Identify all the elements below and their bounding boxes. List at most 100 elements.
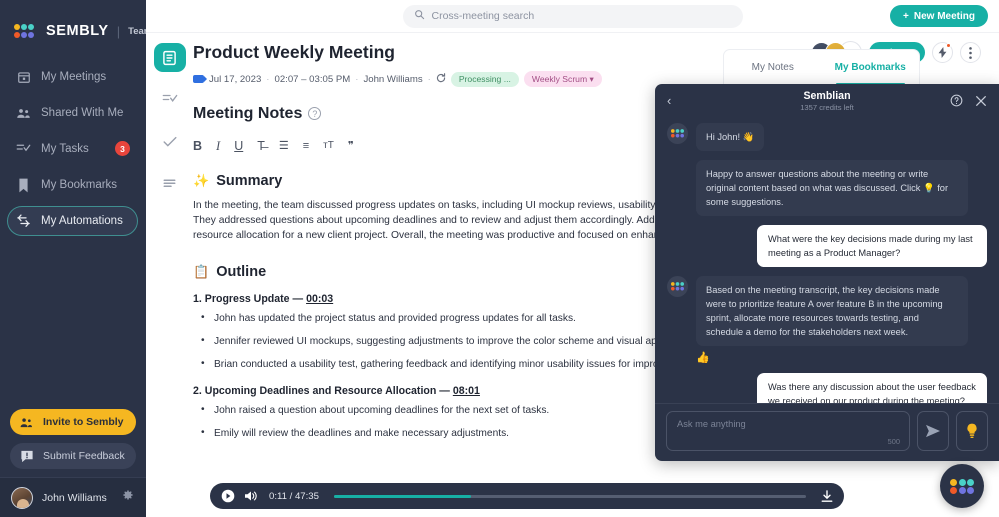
chat-header-actions	[950, 94, 987, 107]
user-profile-row[interactable]: John Williams	[0, 477, 146, 517]
sembly-logo-icon	[14, 24, 40, 38]
notification-dot	[946, 43, 951, 48]
section-name: Progress Update	[204, 292, 290, 305]
page-title: Product Weekly Meeting	[193, 42, 395, 62]
message-text: Hi John! 👋	[696, 123, 765, 151]
help-circle-icon[interactable]	[950, 94, 963, 107]
main-area: Cross-meeting search + New Meeting Produ…	[146, 0, 999, 517]
top-bar: Cross-meeting search + New Meeting	[146, 0, 999, 33]
tab-my-notes[interactable]: My Notes	[724, 50, 822, 85]
sidebar-nav: My Meetings Shared With Me My Tasks 3 My…	[0, 60, 146, 238]
numbered-list-button[interactable]: ≡	[303, 140, 309, 152]
gear-icon[interactable]	[121, 488, 135, 507]
meeting-owner: John Williams	[363, 73, 423, 85]
notes-bookmarks-tabs: My Notes My Bookmarks	[723, 49, 920, 85]
semblian-chat-panel: ‹ Semblian 1357 credits left Hi John! 👋 …	[655, 84, 999, 461]
sidebar-item-label: Shared With Me	[41, 107, 124, 119]
sidebar-item-shared-with-me[interactable]: Shared With Me	[8, 98, 138, 128]
rail-notes-button[interactable]	[153, 43, 186, 72]
play-button[interactable]	[221, 489, 235, 503]
suggestions-lightbulb-button[interactable]	[956, 411, 988, 451]
meeting-date: Jul 17, 2023	[209, 73, 262, 85]
help-icon[interactable]: ?	[308, 107, 322, 120]
tag-badge[interactable]: Weekly Scrum ▾	[523, 71, 602, 87]
submit-feedback-button[interactable]: Submit Feedback	[10, 443, 136, 469]
message-text: What were the key decisions made during …	[757, 225, 987, 267]
search-placeholder: Cross-meeting search	[431, 10, 535, 22]
section-timestamp[interactable]: 00:03	[306, 293, 333, 305]
quote-button[interactable]: ❞	[348, 140, 354, 152]
back-icon[interactable]: ‹	[667, 93, 671, 108]
view-rail	[146, 33, 193, 517]
chat-title: Semblian	[803, 89, 851, 102]
char-limit-counter: 500	[887, 437, 900, 446]
brand-name: SEMBLY	[46, 23, 109, 39]
new-meeting-button[interactable]: + New Meeting	[890, 5, 988, 27]
media-player: 0:11 / 47:35	[210, 483, 844, 509]
sidebar-item-label: My Automations	[41, 215, 123, 227]
tab-my-bookmarks[interactable]: My Bookmarks	[822, 50, 920, 85]
plus-icon: +	[903, 10, 909, 22]
section-dash: —	[292, 292, 304, 305]
underline-button[interactable]: U	[234, 140, 243, 153]
chat-title-block: Semblian 1357 credits left	[655, 90, 999, 112]
rail-transcript-button[interactable]	[154, 169, 186, 198]
sidebar-item-my-tasks[interactable]: My Tasks 3	[8, 134, 138, 164]
more-options-icon[interactable]	[960, 42, 981, 63]
chat-header: ‹ Semblian 1357 credits left	[655, 84, 999, 117]
rail-tasks-button[interactable]	[154, 85, 186, 114]
brand-separator: |	[116, 23, 121, 39]
sembly-logo-icon	[950, 479, 974, 494]
status-badge: Processing ...	[450, 71, 519, 87]
invite-to-sembly-button[interactable]: Invite to Sembly	[10, 409, 136, 435]
chat-message-bot: Hi John! 👋	[667, 123, 987, 151]
tab-label: My Notes	[751, 62, 794, 73]
sidebar-item-my-bookmarks[interactable]: My Bookmarks	[8, 170, 138, 200]
italic-button[interactable]: I	[216, 140, 220, 153]
people-icon	[16, 106, 31, 121]
chat-message-user: What were the key decisions made during …	[667, 225, 987, 267]
automations-icon	[16, 214, 31, 229]
video-icon	[193, 75, 207, 83]
feedback-icon	[19, 449, 34, 464]
semblian-fab-button[interactable]	[940, 464, 984, 508]
player-download-icon[interactable]	[821, 489, 833, 503]
rail-checkmark-button[interactable]	[154, 127, 186, 156]
tasks-icon	[16, 142, 31, 157]
app-root: SEMBLY | Team My Meetings Shared With Me…	[0, 0, 999, 517]
bookmark-icon	[16, 178, 31, 193]
send-button[interactable]	[917, 411, 949, 451]
close-icon[interactable]	[975, 95, 987, 107]
avatar	[11, 486, 33, 509]
chat-message-user: Was there any discussion about the user …	[667, 373, 987, 403]
meta-separator: ·	[266, 73, 270, 85]
user-name: John Williams	[42, 491, 107, 504]
bot-avatar-icon	[667, 276, 688, 297]
thumbs-up-reaction[interactable]: 👍	[696, 351, 968, 364]
player-progress-fill	[333, 494, 471, 498]
bullet-list-button[interactable]: ☰	[279, 140, 289, 152]
invite-label: Invite to Sembly	[43, 416, 124, 428]
refresh-icon[interactable]	[436, 72, 446, 86]
search-input[interactable]: Cross-meeting search	[402, 4, 743, 28]
player-progress-bar[interactable]	[333, 494, 806, 498]
sparkle-icon: ✨	[193, 172, 210, 188]
section-timestamp[interactable]: 08:01	[453, 385, 480, 397]
chat-input[interactable]: Ask me anything 500	[666, 411, 910, 451]
bot-avatar-icon	[667, 123, 688, 144]
bold-button[interactable]: B	[193, 140, 202, 153]
sidebar-item-my-automations[interactable]: My Automations	[7, 206, 138, 236]
strikethrough-button[interactable]: T̶	[257, 140, 265, 153]
text-size-button[interactable]: тT	[323, 141, 334, 151]
sidebar-item-my-meetings[interactable]: My Meetings	[8, 62, 138, 92]
chat-message-bot: Based on the meeting transcript, the key…	[667, 276, 987, 364]
lightning-icon[interactable]	[932, 42, 953, 63]
new-meeting-label: New Meeting	[913, 10, 975, 22]
volume-icon[interactable]	[244, 490, 258, 502]
chat-message-bot: Happy to answer questions about the meet…	[667, 160, 987, 216]
chat-messages: Hi John! 👋 Happy to answer questions abo…	[655, 117, 999, 403]
feedback-label: Submit Feedback	[43, 450, 125, 462]
sidebar: SEMBLY | Team My Meetings Shared With Me…	[0, 0, 152, 517]
player-time: 0:11 / 47:35	[269, 490, 319, 502]
tab-label: My Bookmarks	[834, 62, 906, 73]
